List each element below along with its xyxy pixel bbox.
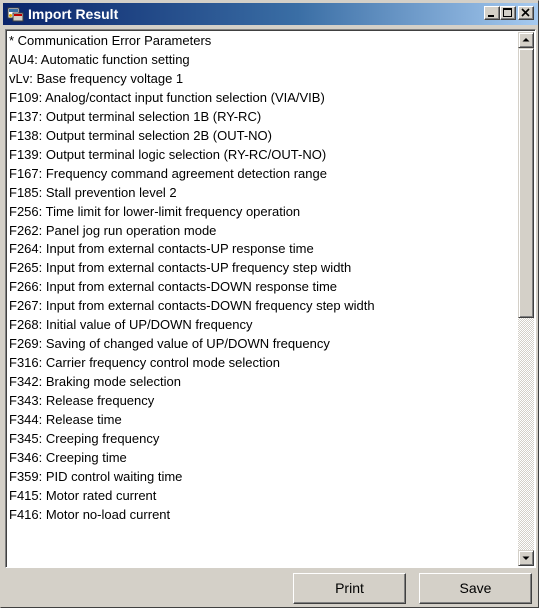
minimize-icon (488, 15, 494, 17)
list-item[interactable]: vLv: Base frequency voltage 1 (9, 70, 183, 88)
list-item[interactable]: F345: Creeping frequency (9, 430, 159, 448)
title-bar[interactable]: Import Result (3, 3, 538, 25)
list-item[interactable]: F167: Frequency command agreement detect… (9, 165, 327, 183)
maximize-button[interactable] (500, 6, 516, 20)
arrow-down-icon (522, 556, 530, 560)
list-item[interactable]: F316: Carrier frequency control mode sel… (9, 354, 280, 372)
list-item[interactable]: F343: Release frequency (9, 392, 154, 410)
scroll-up-button[interactable] (518, 32, 534, 48)
list-item[interactable]: F415: Motor rated current (9, 487, 156, 505)
list-item[interactable]: F256: Time limit for lower-limit frequen… (9, 203, 300, 221)
scroll-down-button[interactable] (518, 550, 534, 566)
list-item[interactable]: F359: PID control waiting time (9, 468, 182, 486)
app-icon[interactable] (7, 6, 24, 22)
scrollbar-thumb[interactable] (518, 48, 534, 318)
list-item[interactable]: F138: Output terminal selection 2B (OUT-… (9, 127, 272, 145)
arrow-up-icon (522, 38, 530, 42)
maximize-icon (503, 8, 512, 17)
list-item[interactable]: F269: Saving of changed value of UP/DOWN… (9, 335, 330, 353)
window-title: Import Result (28, 6, 119, 22)
list-item[interactable]: F416: Motor no-load current (9, 506, 170, 524)
import-result-list[interactable]: * Communication Error Parameters AU4: Aut… (5, 29, 536, 568)
minimize-button[interactable] (484, 6, 500, 20)
print-button[interactable]: Print (293, 573, 406, 604)
list-item[interactable]: F109: Analog/contact input function sele… (9, 89, 325, 107)
import-result-window: Import Result * Communication Error Para… (0, 0, 539, 608)
list-content: * Communication Error Parameters AU4: Aut… (8, 32, 516, 565)
list-item[interactable]: F346: Creeping time (9, 449, 127, 467)
list-item[interactable]: F264: Input from external contacts-UP re… (9, 240, 314, 258)
list-item[interactable]: F137: Output terminal selection 1B (RY-R… (9, 108, 261, 126)
list-item[interactable]: F139: Output terminal logic selection (R… (9, 146, 326, 164)
save-button[interactable]: Save (419, 573, 532, 604)
list-item[interactable]: F266: Input from external contacts-DOWN … (9, 278, 337, 296)
close-icon (521, 8, 530, 17)
list-item[interactable]: F267: Input from external contacts-DOWN … (9, 297, 375, 315)
list-item[interactable]: F342: Braking mode selection (9, 373, 181, 391)
close-button[interactable] (518, 6, 534, 20)
list-item[interactable]: * Communication Error Parameters (9, 32, 211, 50)
list-item[interactable]: F344: Release time (9, 411, 122, 429)
vertical-scrollbar[interactable] (518, 32, 534, 566)
list-item[interactable]: F265: Input from external contacts-UP fr… (9, 259, 351, 277)
list-item[interactable]: AU4: Automatic function setting (9, 51, 190, 69)
list-item[interactable]: F268: Initial value of UP/DOWN frequency (9, 316, 253, 334)
list-item[interactable]: F185: Stall prevention level 2 (9, 184, 177, 202)
list-item[interactable]: F262: Panel jog run operation mode (9, 222, 216, 240)
